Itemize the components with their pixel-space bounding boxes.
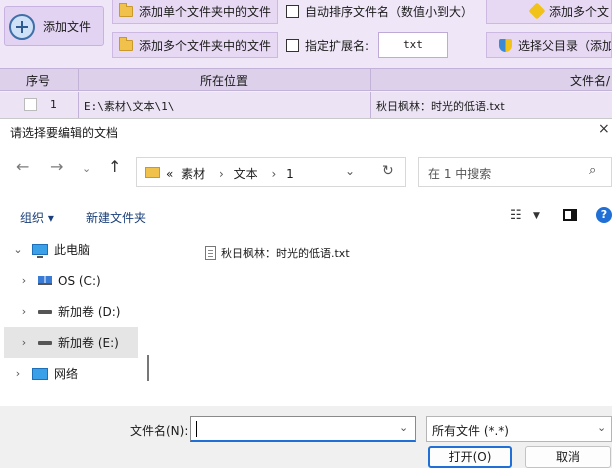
add-single-folder-label: 添加单个文件夹中的文件 xyxy=(139,4,272,19)
view-options-icon[interactable]: ☷ xyxy=(510,208,522,223)
breadcrumb-overflow[interactable]: « xyxy=(166,167,173,181)
organize-menu[interactable]: 组织 ▾ xyxy=(20,209,54,226)
add-multi-folder-label: 添加多个文件夹中的文件 xyxy=(139,38,272,53)
column-header-index[interactable]: 序号 xyxy=(26,72,50,89)
column-divider xyxy=(370,92,371,118)
plus-circle-icon xyxy=(9,14,35,40)
help-icon[interactable]: ? xyxy=(596,207,612,223)
folder-icon xyxy=(119,2,133,17)
add-multi-files-label: 添加多个文 xyxy=(549,4,610,19)
breadcrumb-item[interactable]: 素材 xyxy=(181,167,205,181)
expand-chevron-icon[interactable]: › xyxy=(10,367,26,380)
row-checkbox[interactable] xyxy=(24,98,37,111)
add-single-folder-button[interactable]: 添加单个文件夹中的文件 xyxy=(112,0,278,24)
table-row[interactable]: 1 E:\素材\文本\1\ 秋日枫林：时光的低语.txt xyxy=(0,92,612,118)
close-icon[interactable]: × xyxy=(598,121,610,137)
app-toolbar: 添加文件 添加单个文件夹中的文件 添加多个文件夹中的文件 自动排序文件名（数值小… xyxy=(0,0,612,68)
breadcrumb-separator: › xyxy=(219,167,224,181)
tree-item-label: 此电脑 xyxy=(54,243,91,257)
search-icon: ⌕ xyxy=(589,163,597,178)
filename-input[interactable]: ⌄ xyxy=(190,416,416,442)
tree-item-os-c[interactable]: › OS (C:) xyxy=(4,265,138,296)
tree-item-volume-e[interactable]: › 新加卷 (E:) xyxy=(4,327,138,358)
expand-chevron-icon[interactable]: › xyxy=(16,305,32,318)
filetype-select[interactable]: 所有文件 (*.*) ⌄ xyxy=(426,416,612,442)
expand-chevron-icon[interactable]: ⌄ xyxy=(10,243,26,256)
network-icon xyxy=(32,367,48,380)
drive-icon xyxy=(38,309,52,314)
filename-label: 文件名(N): xyxy=(130,424,189,438)
table-header: 序号 所在位置 文件名/ xyxy=(0,68,612,91)
tree-item-network[interactable]: › 网络 xyxy=(4,358,138,389)
computer-icon xyxy=(32,244,48,258)
expand-chevron-icon[interactable]: › xyxy=(16,336,32,349)
row-filename: 秋日枫林：时光的低语.txt xyxy=(376,100,505,113)
os-drive-icon xyxy=(38,276,52,285)
filetype-value: 所有文件 (*.*) xyxy=(432,424,509,438)
open-file-dialog: 请选择要编辑的文档 × ← → ⌄ ↑ « 素材 › 文本 › 1 ⌄ ↻ 在 … xyxy=(0,118,612,468)
breadcrumb-separator: › xyxy=(271,167,277,181)
tree-item-label: 网络 xyxy=(54,367,79,381)
dialog-footer: 文件名(N): ⌄ 所有文件 (*.*) ⌄ 打开(O) 取消 xyxy=(0,406,612,468)
search-placeholder: 在 1 中搜索 xyxy=(428,167,492,181)
shield-icon xyxy=(499,38,512,52)
add-multi-folder-button[interactable]: 添加多个文件夹中的文件 xyxy=(112,32,278,58)
breadcrumb-item[interactable]: 文本 xyxy=(234,167,258,181)
breadcrumb-item[interactable]: 1 xyxy=(286,167,294,181)
address-bar[interactable]: « 素材 › 文本 › 1 ⌄ ↻ xyxy=(136,157,406,187)
new-folder-button[interactable]: 新建文件夹 xyxy=(86,209,146,226)
chevron-down-icon[interactable]: ⌄ xyxy=(399,421,408,434)
folder-icon xyxy=(145,167,160,178)
auto-sort-checkbox[interactable]: 自动排序文件名（数值小到大） xyxy=(280,0,480,24)
column-header-location[interactable]: 所在位置 xyxy=(200,72,248,89)
column-header-filename[interactable]: 文件名/ xyxy=(570,72,610,89)
row-location: E:\素材\文本\1\ xyxy=(84,100,175,113)
column-divider xyxy=(78,92,79,118)
magic-wand-icon xyxy=(528,2,546,20)
drive-icon xyxy=(38,340,52,345)
checkbox-icon xyxy=(286,4,299,18)
select-parent-button[interactable]: 选择父目录（添加 xyxy=(486,32,612,58)
file-list-item[interactable]: 秋日枫林：时光的低语.txt xyxy=(205,245,350,261)
search-input[interactable]: 在 1 中搜索 ⌕ xyxy=(418,157,612,187)
refresh-icon[interactable]: ↻ xyxy=(382,163,394,179)
add-multi-files-button[interactable]: 添加多个文 xyxy=(486,0,612,24)
text-file-icon xyxy=(205,246,216,260)
auto-sort-label: 自动排序文件名（数值小到大） xyxy=(305,4,474,19)
tree-item-label: OS (C:) xyxy=(58,273,101,288)
navigation-pane: ⌄ 此电脑 › OS (C:) › 新加卷 (D:) › 新加卷 (E:) › … xyxy=(0,231,150,406)
folder-icon xyxy=(119,36,133,51)
chevron-down-icon[interactable]: ⌄ xyxy=(345,164,355,178)
chevron-down-icon: ⌄ xyxy=(597,421,607,434)
row-index: 1 xyxy=(50,98,57,111)
column-divider xyxy=(78,69,79,90)
recent-chevron-icon[interactable]: ⌄ xyxy=(82,162,91,175)
open-button[interactable]: 打开(O) xyxy=(428,446,512,468)
add-file-label: 添加文件 xyxy=(43,20,92,34)
cancel-button[interactable]: 取消 xyxy=(525,446,611,468)
preview-pane-icon[interactable] xyxy=(563,209,577,221)
back-arrow-icon[interactable]: ← xyxy=(16,157,29,176)
checkbox-icon xyxy=(286,38,299,52)
up-arrow-icon[interactable]: ↑ xyxy=(108,157,121,176)
dialog-title: 请选择要编辑的文档 xyxy=(10,126,119,140)
command-bar: 组织 ▾ 新建文件夹 ☷ ▼ ? xyxy=(0,199,612,231)
pane-splitter[interactable] xyxy=(147,355,149,381)
add-file-button[interactable]: 添加文件 xyxy=(4,6,104,46)
column-divider xyxy=(370,69,371,90)
tree-item-volume-d[interactable]: › 新加卷 (D:) xyxy=(4,296,138,327)
specify-ext-label: 指定扩展名: xyxy=(305,38,370,53)
tree-item-this-pc[interactable]: ⌄ 此电脑 xyxy=(4,234,138,265)
tree-item-label: 新加卷 (D:) xyxy=(58,305,121,319)
select-parent-label: 选择父目录（添加 xyxy=(518,38,612,53)
expand-chevron-icon[interactable]: › xyxy=(16,274,32,287)
text-caret xyxy=(196,421,197,437)
extension-input[interactable]: txt xyxy=(378,32,448,58)
file-name: 秋日枫林：时光的低语.txt xyxy=(221,247,350,260)
breadcrumb: « 素材 › 文本 › 1 xyxy=(166,165,298,182)
specify-ext-checkbox[interactable]: 指定扩展名: xyxy=(280,32,376,58)
chevron-down-icon[interactable]: ▼ xyxy=(533,211,540,221)
forward-arrow-icon[interactable]: → xyxy=(50,157,63,176)
tree-item-label: 新加卷 (E:) xyxy=(58,336,119,350)
